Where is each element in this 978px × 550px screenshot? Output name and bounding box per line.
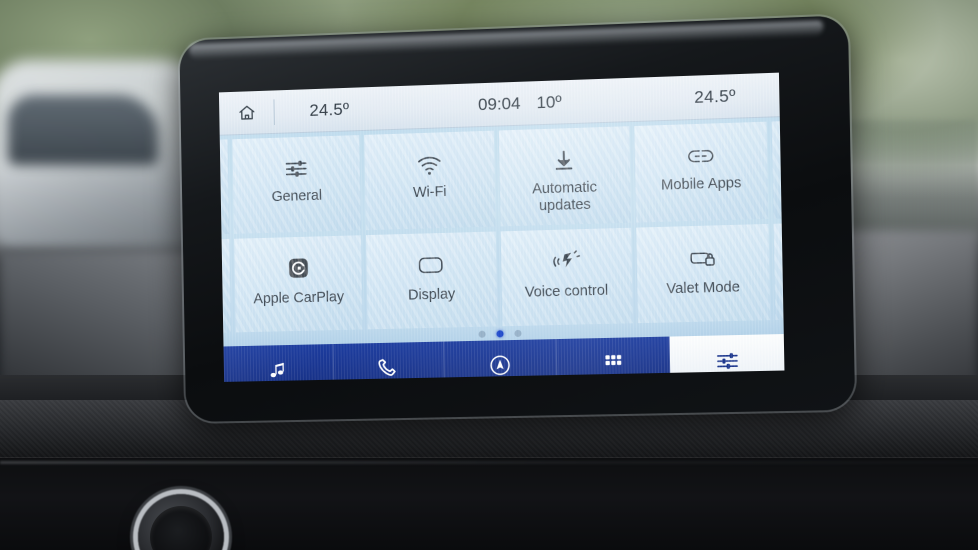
infotainment-head-unit: 24.5º 09:04 10º 24.5º General Wi-Fi Auto… — [179, 15, 856, 423]
settings-tile-label: Apple CarPlay — [253, 288, 345, 307]
settings-tile-label: Mobile Apps — [660, 175, 742, 194]
previous-page-tile-sliver[interactable] — [219, 139, 230, 234]
carplay-icon — [287, 248, 310, 288]
settings-grid-area: General Wi-Fi Automatic updates Mobile A… — [219, 117, 784, 333]
passenger-temperature[interactable]: 24.5º — [657, 84, 780, 108]
tab-phone[interactable]: Phone — [333, 341, 446, 382]
clock: 09:04 — [477, 93, 521, 114]
next-page-tile-sliver[interactable] — [771, 121, 782, 219]
dashboard-seam — [0, 461, 978, 464]
tab-label: Settings — [701, 378, 755, 382]
tab-audio[interactable]: Audio — [223, 344, 335, 382]
link-icon — [685, 135, 716, 176]
settings-tile-apple-carplay[interactable]: Apple CarPlay — [234, 234, 364, 333]
touchscreen-display[interactable]: 24.5º 09:04 10º 24.5º General Wi-Fi Auto… — [218, 72, 785, 382]
blurred-car-window — [8, 95, 158, 165]
sliders-icon — [714, 347, 740, 374]
settings-tile-voice-control[interactable]: Voice control — [500, 227, 633, 327]
compass-icon — [488, 352, 512, 378]
settings-tile-label: Display — [407, 285, 456, 304]
settings-tile-display[interactable]: Display — [366, 231, 497, 330]
tab-settings-active[interactable]: Settings — [669, 334, 785, 382]
settings-tile-label: Automatic updates — [532, 179, 598, 215]
page-dot-3[interactable] — [513, 329, 522, 337]
music-note-icon — [268, 357, 289, 382]
next-page-tile-sliver[interactable] — [773, 223, 784, 321]
settings-tile-label: General — [271, 187, 323, 206]
settings-tile-valet-mode[interactable]: Valet Mode — [635, 223, 771, 324]
tab-navigation[interactable]: Navigation — [444, 339, 558, 382]
car-lock-icon — [687, 237, 718, 278]
grid-apps-icon — [602, 350, 625, 377]
settings-tile-wifi[interactable]: Wi-Fi — [364, 130, 496, 230]
home-icon — [237, 103, 256, 122]
settings-tile-automatic-updates[interactable]: Automatic updates — [498, 126, 631, 226]
previous-page-tile-sliver[interactable] — [221, 238, 232, 333]
settings-tile-label: Valet Mode — [666, 278, 741, 297]
download-icon — [551, 140, 577, 181]
display-icon — [416, 244, 446, 285]
driver-temperature[interactable]: 24.5º — [274, 98, 384, 122]
status-center: 09:04 10º — [384, 89, 657, 118]
settings-tile-general[interactable]: General — [232, 135, 362, 234]
sliders-icon — [283, 149, 309, 189]
settings-grid: General Wi-Fi Automatic updates Mobile A… — [219, 117, 784, 333]
tab-apps[interactable]: Apps — [556, 336, 672, 382]
page-dot-1[interactable] — [478, 330, 486, 338]
home-button[interactable] — [219, 102, 274, 123]
settings-tile-label: Wi-Fi — [412, 184, 447, 201]
tab-label: Apps — [597, 381, 631, 382]
settings-tile-mobile-apps[interactable]: Mobile Apps — [634, 121, 769, 223]
voice-control-icon — [550, 241, 581, 282]
wifi-icon — [416, 144, 443, 185]
phone-icon — [377, 354, 399, 380]
settings-tile-label: Voice control — [524, 282, 609, 301]
outside-temperature: 10º — [536, 91, 562, 112]
page-dot-2-active[interactable] — [495, 329, 504, 337]
